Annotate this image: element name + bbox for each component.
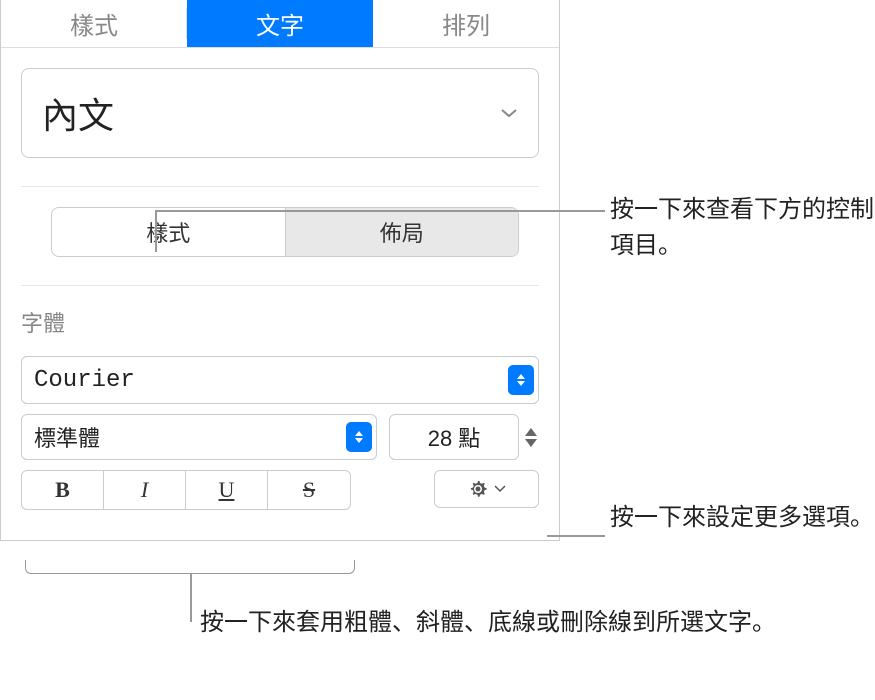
callout-line (547, 535, 605, 537)
font-weight-value: 標準體 (34, 421, 100, 453)
top-tabs: 樣式 文字 排列 (1, 0, 559, 48)
chevron-down-icon (494, 485, 506, 493)
seg-control: 樣式 佈局 (51, 207, 519, 257)
font-name-value: Courier (34, 367, 135, 394)
italic-button[interactable]: I (104, 471, 186, 509)
callout-line (155, 210, 605, 212)
font-size-field[interactable]: 28 點 (389, 414, 519, 460)
font-weight-select[interactable]: 標準體 (21, 414, 377, 460)
chevron-down-icon (500, 108, 518, 118)
format-button-group: B I U S (21, 470, 351, 510)
gear-icon (468, 479, 488, 499)
updown-icon (346, 422, 372, 452)
underline-button[interactable]: U (186, 471, 268, 509)
font-family-select[interactable]: Courier (21, 356, 539, 404)
callout-line (155, 210, 157, 252)
callout-seg-hint: 按一下來查看下方的控制項目。 (610, 192, 875, 264)
updown-icon (508, 365, 534, 395)
tab-arrange[interactable]: 排列 (373, 0, 559, 47)
callout-gear-hint: 按一下來設定更多選項。 (610, 500, 874, 536)
paragraph-style-select[interactable]: 內文 (21, 68, 539, 158)
callout-line (190, 574, 192, 622)
divider (21, 285, 539, 286)
font-size-stepper[interactable] (523, 414, 539, 460)
seg-layout[interactable]: 佈局 (286, 208, 519, 256)
tab-style[interactable]: 樣式 (1, 0, 187, 47)
bold-button[interactable]: B (22, 471, 104, 509)
paragraph-style-label: 內文 (42, 87, 114, 139)
advanced-options-button[interactable] (434, 470, 539, 508)
strikethrough-button[interactable]: S (268, 471, 350, 509)
callout-bracket (25, 560, 355, 574)
callout-fmt-hint: 按一下來套用粗體、斜體、底線或刪除線到所選文字。 (200, 605, 776, 641)
divider (21, 186, 539, 187)
seg-style[interactable]: 樣式 (52, 208, 286, 256)
font-section-label: 字體 (21, 306, 539, 338)
tab-text[interactable]: 文字 (187, 0, 373, 47)
